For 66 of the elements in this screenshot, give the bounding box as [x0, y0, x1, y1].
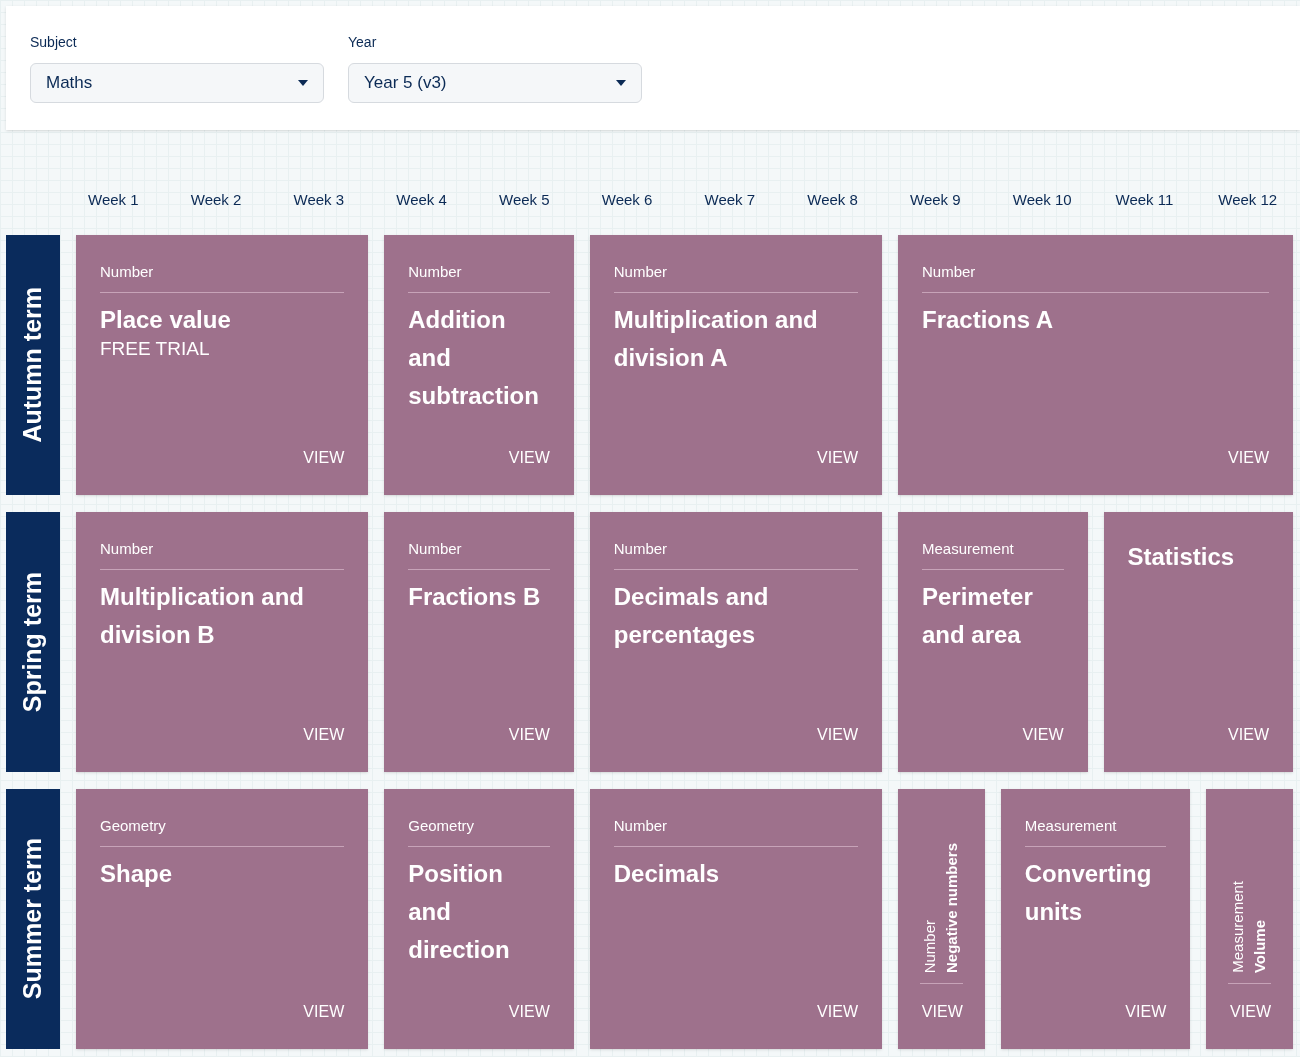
unit-title: Decimals and percentages — [613, 582, 770, 650]
caret-down-icon — [616, 80, 626, 86]
view-link[interactable]: VIEW — [303, 725, 345, 745]
unit-title: Shape — [100, 859, 174, 889]
week-header: Week 7 — [703, 189, 757, 210]
week-header: Week 9 — [909, 189, 962, 210]
unit-title: Position and direction — [408, 859, 511, 965]
unit-category: Measurement — [1228, 881, 1248, 973]
unit-title: Multiplication and division B — [100, 582, 305, 650]
week-header: Week 2 — [189, 189, 243, 210]
view-link[interactable]: VIEW — [817, 1002, 858, 1022]
unit-category: Number — [100, 539, 155, 559]
unit-title: Multiplication and division A — [613, 305, 819, 373]
view-link[interactable]: VIEW — [508, 448, 550, 468]
view-link[interactable]: VIEW — [1228, 725, 1269, 745]
unit-title: Converting units — [1024, 859, 1153, 927]
unit-category: Number — [408, 262, 463, 282]
unit-title: Place value — [100, 305, 232, 335]
unit-category: Measurement — [1024, 816, 1118, 836]
view-link[interactable]: VIEW — [1230, 1002, 1271, 1022]
week-header: Week 6 — [600, 189, 654, 210]
unit-title: Negative numbers — [942, 842, 961, 973]
week-header: Week 3 — [292, 189, 346, 210]
unit-category: Number — [613, 816, 669, 836]
caret-down-icon — [298, 80, 308, 86]
term-label: Spring term — [6, 512, 60, 772]
unit-title: Perimeter and area — [922, 582, 1034, 650]
view-link[interactable]: VIEW — [1125, 1002, 1167, 1022]
view-link[interactable]: VIEW — [508, 1002, 550, 1022]
unit-category: Number — [100, 262, 155, 282]
unit-title: Fractions B — [408, 582, 542, 612]
unit-title: Statistics — [1127, 542, 1236, 572]
week-header: Week 8 — [806, 189, 859, 210]
term-label: Summer term — [6, 789, 60, 1049]
unit-category: Number — [920, 919, 939, 973]
unit-title: Addition and subtraction — [408, 305, 540, 411]
filter-label: Subject — [30, 34, 78, 50]
week-header: Week 11 — [1114, 189, 1175, 210]
week-header: Week 10 — [1011, 189, 1073, 210]
term-label: Autumn term — [6, 235, 60, 495]
view-link[interactable]: VIEW — [1022, 725, 1064, 745]
unit-note: FREE TRIAL — [100, 337, 211, 361]
view-link[interactable]: VIEW — [1228, 448, 1269, 468]
unit-category: Measurement — [922, 539, 1015, 559]
week-header: Week 5 — [498, 189, 551, 210]
filter-label: Year — [348, 34, 378, 50]
unit-title: Fractions A — [922, 305, 1055, 335]
view-link[interactable]: VIEW — [817, 725, 858, 745]
view-link[interactable]: VIEW — [921, 1002, 963, 1022]
week-header: Week 12 — [1217, 189, 1279, 210]
unit-category: Number — [922, 262, 977, 282]
unit-category: Geometry — [408, 816, 476, 836]
unit-title: Decimals — [613, 859, 721, 889]
dropdown-field[interactable]: Maths — [30, 63, 324, 103]
unit-category: Geometry — [100, 816, 167, 836]
week-header: Week 4 — [395, 189, 448, 210]
week-header: Week 1 — [87, 189, 140, 210]
view-link[interactable]: VIEW — [817, 448, 858, 468]
unit-category: Number — [613, 262, 669, 282]
unit-category: Number — [408, 539, 463, 559]
unit-category: Number — [613, 539, 669, 559]
view-link[interactable]: VIEW — [303, 1002, 345, 1022]
view-link[interactable]: VIEW — [508, 725, 550, 745]
dropdown-field[interactable]: Year 5 (v3) — [348, 63, 642, 103]
unit-title: Volume — [1250, 919, 1270, 973]
view-link[interactable]: VIEW — [303, 448, 345, 468]
